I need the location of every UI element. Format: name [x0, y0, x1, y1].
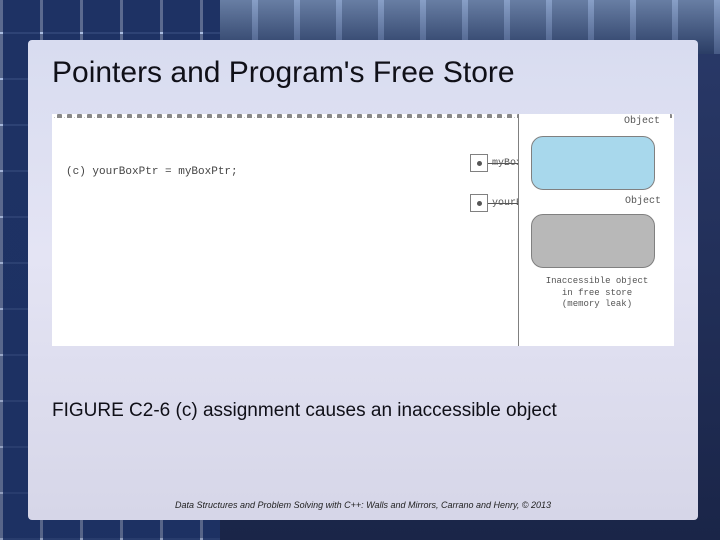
leak-line-3: (memory leak) — [562, 299, 632, 309]
memory-leak-label: Inaccessible object in free store (memor… — [537, 276, 657, 311]
slide-footer: Data Structures and Problem Solving with… — [28, 500, 698, 510]
accessible-object-label: Object — [541, 196, 661, 207]
pointer-box-myboxptr — [470, 154, 488, 172]
slide-title: Pointers and Program's Free Store — [52, 56, 674, 90]
leak-line-2: in free store — [562, 288, 632, 298]
free-store-column: Object Object Inaccessible object in fre… — [518, 114, 670, 346]
figure-illustration: (c) yourBoxPtr = myBoxPtr; myBoxPtr your… — [52, 114, 674, 346]
code-part-label: (c) yourBoxPtr = myBoxPtr; — [66, 166, 238, 178]
free-store-header: Object — [624, 116, 660, 127]
accessible-object — [531, 136, 655, 190]
figure-caption: FIGURE C2-6 (c) assignment causes an ina… — [52, 400, 674, 422]
leak-line-1: Inaccessible object — [546, 276, 649, 286]
inaccessible-object — [531, 214, 655, 268]
slide-body: Pointers and Program's Free Store (c) yo… — [28, 40, 698, 520]
pointer-box-yourboxptr — [470, 194, 488, 212]
